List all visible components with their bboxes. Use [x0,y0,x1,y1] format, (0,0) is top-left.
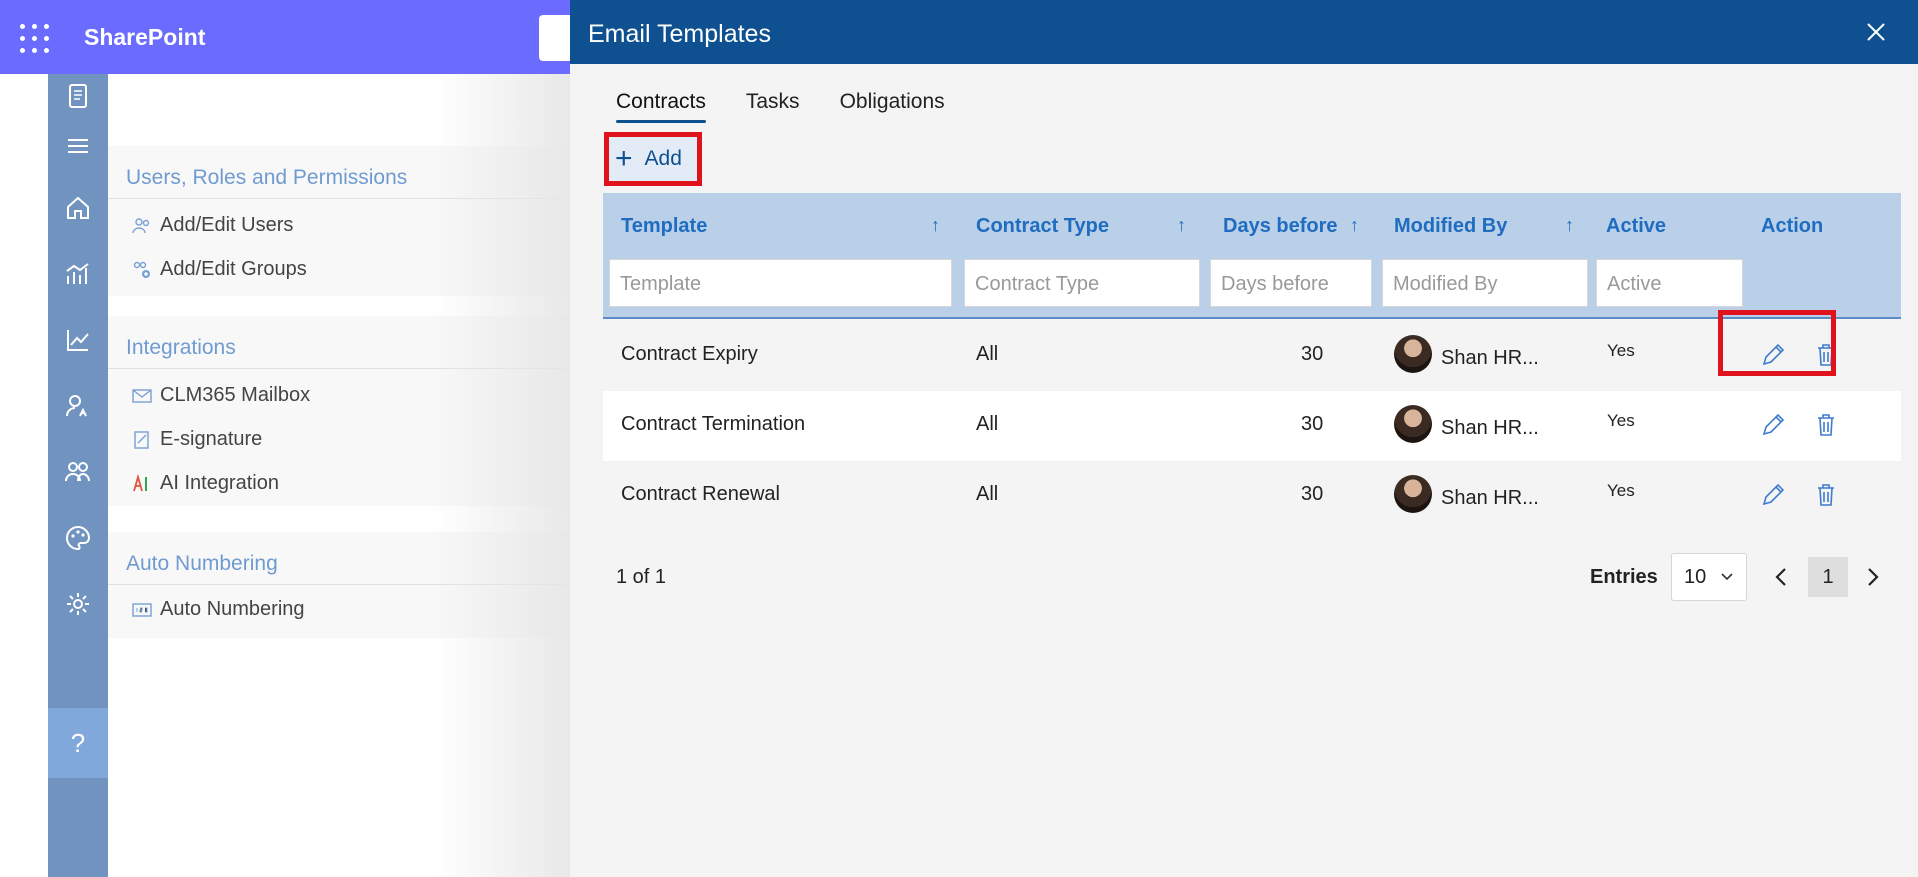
action-highlight-box [1718,310,1836,376]
tab-bar: Contracts Tasks Obligations [616,90,945,123]
tab-obligations[interactable]: Obligations [840,90,945,123]
sort-arrow-icon[interactable]: ↑ [931,215,940,236]
line-chart-icon[interactable] [48,320,108,360]
logo-icon [48,76,108,116]
delete-icon[interactable] [1806,475,1846,515]
app-name[interactable]: SharePoint [84,24,205,51]
menu-item-clm365-mailbox[interactable]: CLM365 Mailbox [132,384,310,407]
pager-summary: 1 of 1 [616,566,667,588]
days-before-cell: 30 [1301,343,1324,365]
column-header-action: Action [1761,215,1824,237]
chevron-down-icon [1721,573,1733,581]
days-before-filter-input[interactable]: Days before [1210,259,1372,307]
tab-contracts[interactable]: Contracts [616,90,706,123]
contract-type-cell: All [976,483,999,505]
add-button[interactable]: + Add [604,132,702,186]
modified-by-cell: Shan HR... [1441,487,1539,509]
team-icon[interactable] [48,452,108,492]
add-button-label: Add [644,147,682,170]
chevron-right-icon[interactable] [1860,563,1884,591]
menu-item-label: Add/Edit Users [160,214,294,236]
signature-icon [134,430,149,449]
grid-header: Template ↑ Contract Type ↑ Days before ↑… [603,193,1901,319]
menu-item-label: Add/Edit Groups [160,258,307,280]
user-settings-icon[interactable] [48,386,108,426]
entries-value: 10 [1684,566,1707,588]
delete-icon[interactable] [1806,405,1846,445]
email-templates-panel: Email Templates Contracts Tasks Obligati… [570,0,1918,877]
active-cell: Yes [1607,341,1635,360]
group-title: Integrations [126,336,236,359]
template-cell: Contract Termination [621,413,806,435]
panel-header: Email Templates [570,0,1918,64]
plus-icon: + [615,142,633,175]
mail-icon [132,388,152,403]
contract-type-cell: All [976,413,999,435]
menu-item-label: CLM365 Mailbox [160,384,311,406]
ai-icon [133,473,147,491]
gear-icon[interactable] [48,584,108,624]
column-header-modified-by[interactable]: Modified By [1394,215,1507,238]
contract-type-cell: All [976,343,999,365]
template-filter-input[interactable]: Template [609,259,952,307]
help-icon[interactable]: ? [48,708,108,778]
avatar [1394,405,1432,443]
close-icon[interactable] [1864,20,1888,44]
numbers-icon [132,602,152,617]
contract-type-filter-input[interactable]: Contract Type [964,259,1200,307]
avatar [1394,475,1432,513]
analytics-icon[interactable] [48,254,108,294]
column-header-template[interactable]: Template [621,215,707,238]
edit-icon[interactable] [1753,405,1793,445]
column-header-active[interactable]: Active [1606,215,1666,238]
edit-icon[interactable] [1753,475,1793,515]
tab-tasks[interactable]: Tasks [746,90,800,123]
active-cell: Yes [1607,411,1635,430]
panel-title: Email Templates [588,20,771,48]
modified-by-cell: Shan HR... [1441,417,1539,439]
menu-item-label: E-signature [160,428,263,450]
page-number-button[interactable]: 1 [1808,557,1848,597]
left-rail: ? [48,74,108,877]
menu-item-label: Auto Numbering [160,598,305,620]
days-before-cell: 30 [1301,413,1324,435]
modified-by-filter-input[interactable]: Modified By [1382,259,1588,307]
column-header-contract-type[interactable]: Contract Type [976,215,1109,238]
entries-select[interactable]: 10 [1671,553,1747,601]
groups-icon [133,261,150,278]
avatar [1394,335,1432,373]
hamburger-menu-icon[interactable] [48,126,108,166]
chevron-left-icon[interactable] [1770,563,1794,591]
column-header-days-before[interactable]: Days before [1223,215,1338,238]
palette-icon[interactable] [48,518,108,558]
group-title: Users, Roles and Permissions [126,166,408,189]
home-icon[interactable] [48,188,108,228]
group-title: Auto Numbering [126,552,278,575]
menu-item-auto-numbering[interactable]: Auto Numbering [132,598,305,621]
template-cell: Contract Renewal [621,483,780,505]
table-row[interactable]: Contract Expiry All 30 Shan HR... Yes [603,321,1901,391]
sort-arrow-icon[interactable]: ↑ [1565,215,1574,236]
menu-item-label: AI Integration [160,472,279,494]
menu-item-add-edit-users[interactable]: Add/Edit Users [132,214,293,237]
modified-by-cell: Shan HR... [1441,347,1539,369]
panel-shadow [430,74,570,877]
template-cell: Contract Expiry [621,343,758,365]
days-before-cell: 30 [1301,483,1324,505]
menu-item-e-signature[interactable]: E-signature [132,428,262,451]
active-filter-input[interactable]: Active [1596,259,1743,307]
table-row[interactable]: Contract Renewal All 30 Shan HR... Yes [603,461,1901,531]
entries-label: Entries [1590,566,1658,588]
sort-arrow-icon[interactable]: ↑ [1350,215,1359,236]
table-row[interactable]: Contract Termination All 30 Shan HR... Y… [603,391,1901,461]
app-launcher-icon[interactable] [20,24,50,54]
menu-item-add-edit-groups[interactable]: Add/Edit Groups [132,258,307,281]
sort-arrow-icon[interactable]: ↑ [1177,215,1186,236]
active-cell: Yes [1607,481,1635,500]
menu-item-ai-integration[interactable]: AI Integration [132,472,279,495]
users-icon [132,217,150,233]
